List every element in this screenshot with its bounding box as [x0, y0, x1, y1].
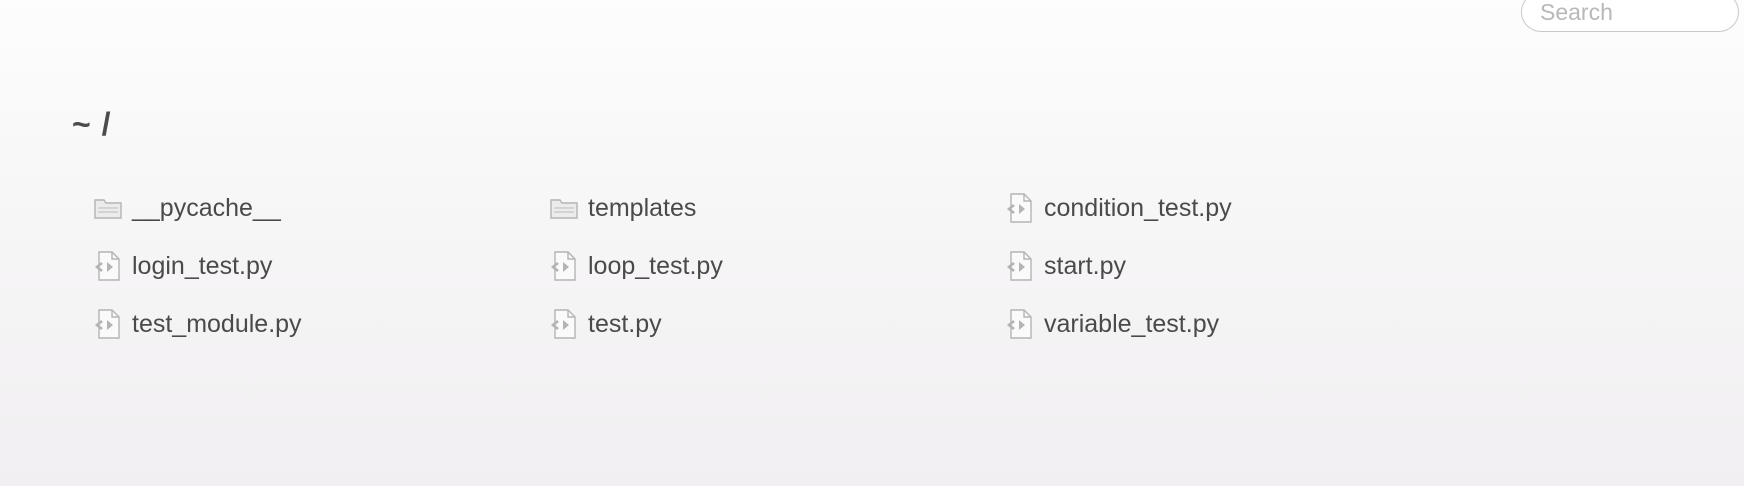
file-name: test_module.py — [132, 309, 302, 338]
list-item[interactable]: variable_test.py — [1004, 304, 1460, 344]
file-name: test.py — [588, 309, 662, 338]
folder-icon — [548, 192, 580, 224]
list-item[interactable]: test.py — [548, 304, 1004, 344]
file-name: variable_test.py — [1044, 309, 1220, 338]
python-file-icon — [92, 308, 124, 340]
file-name: loop_test.py — [588, 251, 723, 280]
list-item[interactable]: __pycache__ — [92, 188, 548, 228]
python-file-icon — [92, 250, 124, 282]
python-file-icon — [548, 250, 580, 282]
folder-icon — [92, 192, 124, 224]
file-name: start.py — [1044, 251, 1126, 280]
python-file-icon — [1004, 192, 1036, 224]
page-title: ~ / — [72, 106, 112, 142]
file-name: templates — [588, 193, 697, 222]
list-item[interactable]: login_test.py — [92, 246, 548, 286]
file-name: __pycache__ — [132, 193, 281, 222]
python-file-icon — [1004, 250, 1036, 282]
list-item[interactable]: condition_test.py — [1004, 188, 1460, 228]
search-input[interactable] — [1521, 0, 1739, 32]
python-file-icon — [1004, 308, 1036, 340]
file-name: login_test.py — [132, 251, 273, 280]
python-file-icon — [548, 308, 580, 340]
list-item[interactable]: test_module.py — [92, 304, 548, 344]
list-item[interactable]: templates — [548, 188, 1004, 228]
list-item[interactable]: start.py — [1004, 246, 1460, 286]
list-item[interactable]: loop_test.py — [548, 246, 1004, 286]
file-list: __pycache__ templates condition_test.py … — [92, 188, 1462, 362]
file-name: condition_test.py — [1044, 193, 1232, 222]
